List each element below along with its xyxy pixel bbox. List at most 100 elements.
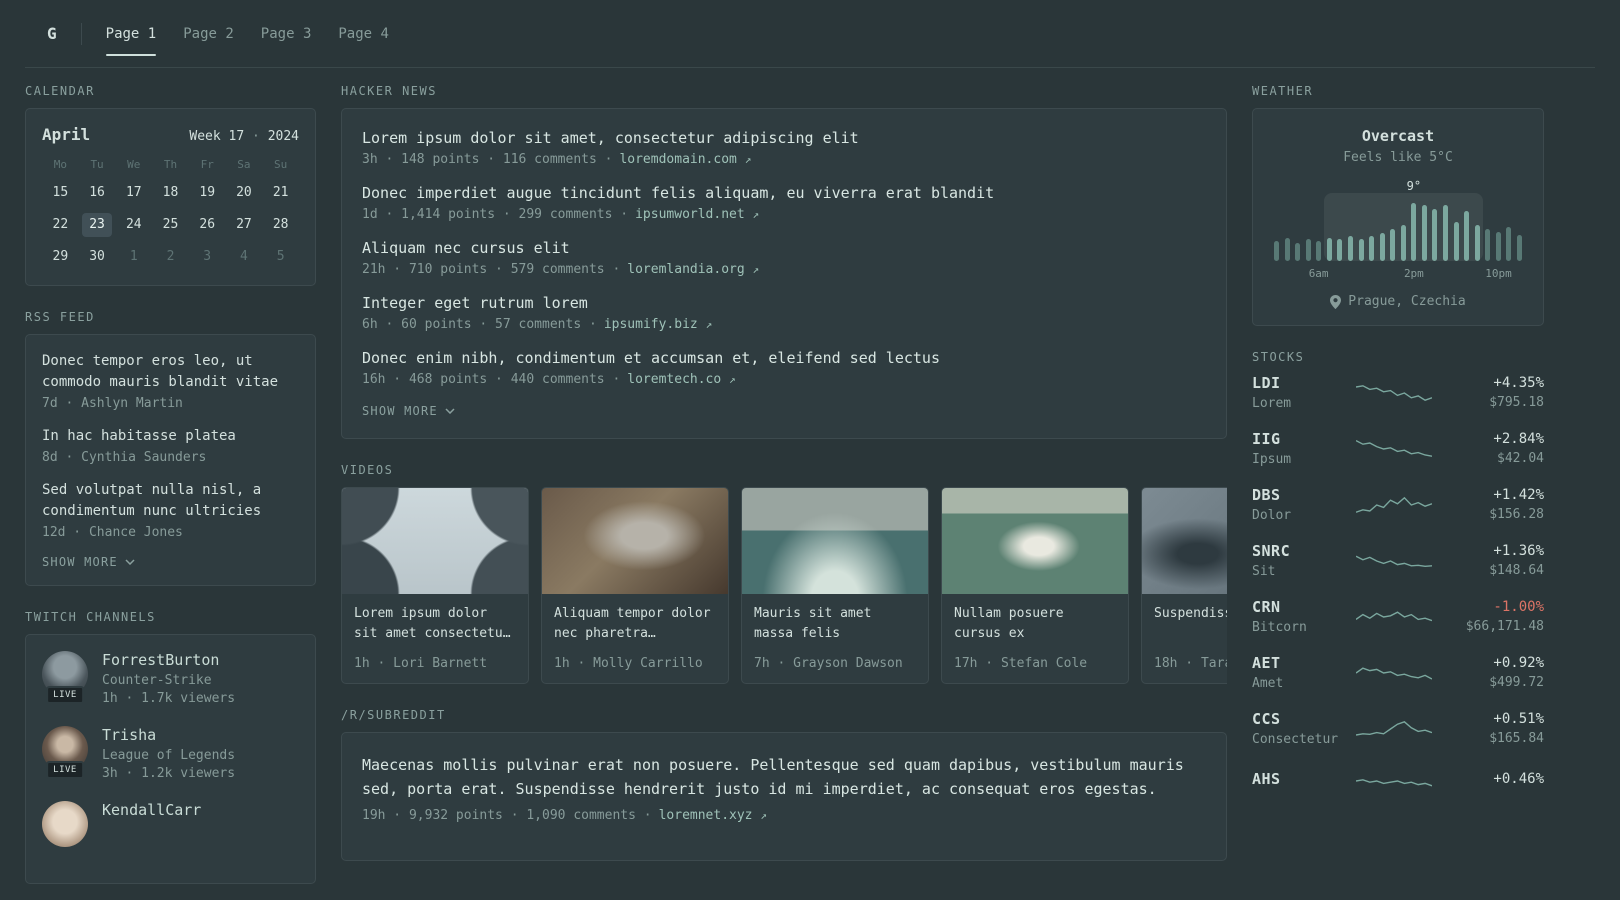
weather-bar xyxy=(1411,203,1417,261)
stock-row[interactable]: AHS +0.46% xyxy=(1252,766,1544,796)
channel-game: Counter-Strike xyxy=(102,673,212,688)
calendar-day: 30 xyxy=(89,249,105,264)
subreddit-section-title: /R/SUBREDDIT xyxy=(341,708,446,722)
page-tab[interactable]: Page 4 xyxy=(338,22,389,46)
stock-row[interactable]: IIG Ipsum +2.84% $42.04 xyxy=(1252,430,1544,467)
day-of-week-label: Mo xyxy=(53,158,67,171)
channel-name: KendallCarr xyxy=(102,801,202,819)
stock-change: +4.35% xyxy=(1493,375,1544,391)
post-domain-link[interactable]: loremnet.xyz ↗ xyxy=(659,808,767,823)
page-tab[interactable]: Page 1 xyxy=(105,22,156,56)
rss-item-link[interactable]: Donec tempor eros leo, ut commodo mauris… xyxy=(42,351,299,393)
stock-change: +0.46% xyxy=(1493,771,1544,787)
calendar-day: 16 xyxy=(89,185,105,200)
stock-row[interactable]: CCS Consectetur +0.51% $165.84 xyxy=(1252,710,1544,747)
weather-card: Overcast Feels like 5°C 9° 6am 2pm 10pm Pr… xyxy=(1252,108,1544,326)
video-title: Lorem ipsum dolor sit amet consectetu… xyxy=(354,606,511,641)
channel-name: Trisha xyxy=(102,726,157,744)
hn-domain-link[interactable]: loremdomain.com ↗ xyxy=(619,152,751,167)
subreddit-post: Maecenas mollis pulvinar erat non posuer… xyxy=(362,753,1206,823)
weather-bar xyxy=(1464,211,1470,261)
post-title-link[interactable]: Maecenas mollis pulvinar erat non posuer… xyxy=(362,753,1206,801)
calendar-day: 2 xyxy=(166,249,175,264)
stock-row[interactable]: CRN Bitcorn -1.00% $66,171.48 xyxy=(1252,598,1544,635)
left-column: CALENDAR April Week 17 · 2024 Mo Tu We Th Fr… xyxy=(25,84,316,900)
hackernews-section-title: HACKER NEWS xyxy=(341,84,437,98)
external-link-icon: ↗ xyxy=(729,373,736,386)
calendar-card: April Week 17 · 2024 Mo Tu We Th Fr Sa Su 15 16… xyxy=(25,108,316,286)
weather-section-title: WEATHER xyxy=(1252,84,1314,98)
rss-card: Donec tempor eros leo, ut commodo mauris… xyxy=(25,334,316,586)
external-link-icon: ↗ xyxy=(705,318,713,331)
external-link-icon: ↗ xyxy=(760,809,767,822)
video-meta: 17h · Stefan Cole xyxy=(954,656,1088,671)
time-label: 6am xyxy=(1308,267,1329,280)
hn-domain-link[interactable]: loremtech.co ↗ xyxy=(627,372,735,387)
hn-meta: 3h · 148 points · 116 comments · loremdom… xyxy=(362,152,1206,167)
video-title: Aliquam tempor dolor nec pharetra… xyxy=(554,606,711,641)
hn-domain-link[interactable]: ipsumworld.net ↗ xyxy=(635,207,759,222)
stock-row[interactable]: AET Amet +0.92% $499.72 xyxy=(1252,654,1544,691)
weather-bar xyxy=(1379,233,1385,261)
twitch-channel[interactable]: KendallCarr xyxy=(42,801,299,847)
calendar-day: 27 xyxy=(236,217,252,232)
video-card[interactable]: Aliquam tempor dolor nec pharetra… 1h · … xyxy=(541,487,729,684)
hn-show-more-button[interactable]: SHOW MORE xyxy=(362,404,1206,418)
rss-item-link[interactable]: In hac habitasse platea xyxy=(42,426,299,447)
stock-row[interactable]: SNRC Sit +1.36% $148.64 xyxy=(1252,542,1544,579)
calendar-day: 20 xyxy=(236,185,252,200)
weather-bar xyxy=(1284,238,1290,261)
stock-change: +2.84% xyxy=(1493,431,1544,447)
hn-story-link[interactable]: Donec enim nibh, condimentum et accumsan… xyxy=(362,349,1206,367)
external-link-icon: ↗ xyxy=(744,153,752,166)
calendar-day: 15 xyxy=(52,185,69,200)
twitch-channel[interactable]: LIVE Trisha League of Legends 3h · 1.2k … xyxy=(42,726,299,781)
stock-price: $499.72 xyxy=(1489,675,1544,690)
hn-item: Donec imperdiet augue tincidunt felis al… xyxy=(362,184,1206,222)
stock-left: CRN Bitcorn xyxy=(1252,598,1356,635)
twitch-channel[interactable]: LIVE ForrestBurton Counter-Strike 1h · 1… xyxy=(42,651,299,706)
calendar-day: 29 xyxy=(52,249,69,264)
video-card[interactable]: Mauris sit amet massa felis 7h · Grayson… xyxy=(741,487,929,684)
stock-symbol: IIG xyxy=(1252,430,1281,448)
stock-left: SNRC Sit xyxy=(1252,542,1356,579)
video-card[interactable]: Lorem ipsum dolor sit amet consectetu… 1… xyxy=(341,487,529,684)
weather-bar xyxy=(1358,239,1364,261)
video-thumbnail xyxy=(942,488,1128,594)
hn-story-link[interactable]: Aliquam nec cursus elit xyxy=(362,239,1206,257)
dashboard-columns: CALENDAR April Week 17 · 2024 Mo Tu We Th Fr… xyxy=(0,68,1620,900)
rss-item-link[interactable]: Sed volutpat nulla nisl, a condimentum n… xyxy=(42,480,299,522)
hn-story-link[interactable]: Donec imperdiet augue tincidunt felis al… xyxy=(362,184,1206,202)
calendar-week-label: Week 17 · 2024 xyxy=(189,129,299,144)
page-tab[interactable]: Page 2 xyxy=(183,22,234,46)
page-tab[interactable]: Page 3 xyxy=(261,22,312,46)
domain-text: ipsumify.biz xyxy=(603,317,698,332)
video-card[interactable]: Suspendisse diam 18h · Tara xyxy=(1141,487,1227,684)
calendar-day: 18 xyxy=(162,185,179,200)
hn-domain-link[interactable]: loremlandia.org ↗ xyxy=(627,262,759,277)
stock-row[interactable]: LDI Lorem +4.35% $795.18 xyxy=(1252,374,1544,411)
rss-show-more-button[interactable]: SHOW MORE xyxy=(42,555,299,569)
hn-domain-link[interactable]: ipsumify.biz ↗ xyxy=(604,317,712,332)
stock-price: $795.18 xyxy=(1489,395,1544,410)
stock-symbol: CRN xyxy=(1252,598,1281,616)
video-card[interactable]: Nullam posuere cursus ex 17h · Stefan Co… xyxy=(941,487,1129,684)
weather-time-labels: 6am 2pm 10pm xyxy=(1271,267,1525,281)
hn-story-link[interactable]: Lorem ipsum dolor sit amet, consectetur … xyxy=(362,129,1206,147)
stock-right: -1.00% $66,171.48 xyxy=(1432,599,1544,634)
logo[interactable]: G xyxy=(47,24,57,43)
stock-row[interactable]: DBS Dolor +1.42% $156.28 xyxy=(1252,486,1544,523)
channel-viewers: 1h · 1.7k viewers xyxy=(102,691,236,706)
stocks-list: LDI Lorem +4.35% $795.18 IIG Ipsum +2.84… xyxy=(1252,374,1544,796)
rss-item-meta: 8d · Cynthia Saunders xyxy=(42,450,207,465)
day-of-week-label: Su xyxy=(274,158,288,171)
top-nav: G Page 1 Page 2 Page 3 Page 4 xyxy=(25,0,1595,68)
stock-right: +2.84% $42.04 xyxy=(1432,431,1544,466)
stock-name: Sit xyxy=(1252,564,1276,579)
stock-name: Lorem xyxy=(1252,396,1292,411)
hn-story-link[interactable]: Integer eget rutrum lorem xyxy=(362,294,1206,312)
stock-sparkline xyxy=(1356,555,1432,567)
channel-info: KendallCarr xyxy=(102,801,201,847)
subreddit-card: Maecenas mollis pulvinar erat non posuer… xyxy=(341,732,1227,861)
stock-right: +0.46% xyxy=(1432,771,1544,791)
